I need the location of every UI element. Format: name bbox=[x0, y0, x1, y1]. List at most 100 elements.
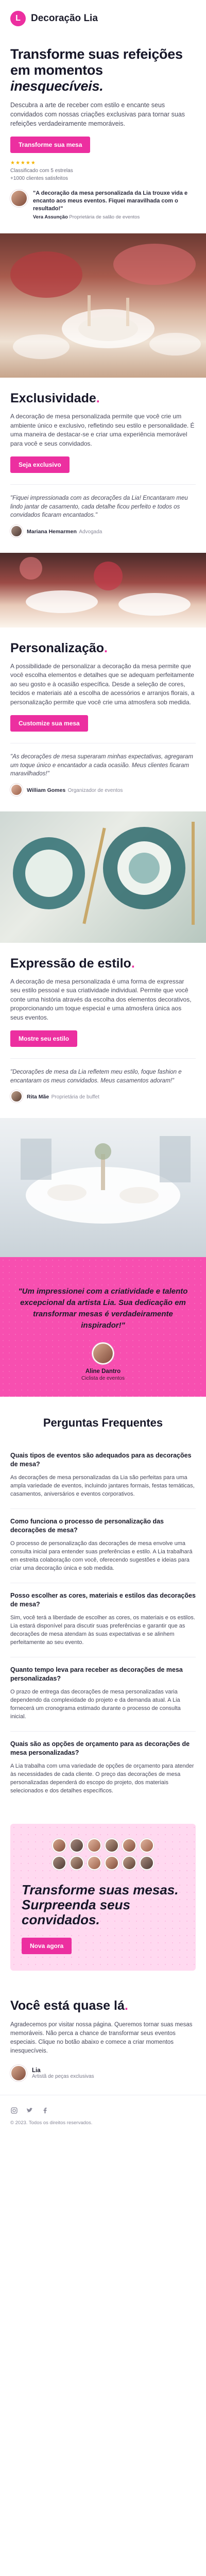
faq-answer: O prazo de entrega das decorações de mes… bbox=[10, 1689, 181, 1720]
site-header: L Decoração Lia bbox=[0, 0, 206, 37]
plates-photo bbox=[0, 811, 206, 943]
table-photo bbox=[0, 233, 206, 378]
faq-section: Perguntas Frequentes Quais tipos de even… bbox=[0, 1397, 206, 1819]
style-section: Expressão de estilo. A decoração de mesa… bbox=[0, 943, 206, 1118]
dinner-photo-illustration bbox=[20, 556, 191, 616]
logo-icon[interactable]: L bbox=[10, 11, 26, 26]
hero-title: Transforme suas refeições em momentos in… bbox=[10, 46, 183, 94]
faq-answer: O processo de personalização das decoraç… bbox=[10, 1540, 193, 1571]
site-footer: © 2023. Todos os direitos reservados. bbox=[0, 2095, 206, 2141]
faq-answer: As decorações de mesa personalizadas da … bbox=[10, 1475, 195, 1497]
hero-quote-author: Vera Assunção bbox=[33, 214, 68, 220]
rating-text: Classificado com 5 estrelas bbox=[10, 168, 73, 174]
divider bbox=[10, 1058, 196, 1059]
testimonial-text: "As decorações de mesa superaram minhas … bbox=[10, 754, 194, 777]
landing-page: L Decoração Lia Transforme suas refeiçõe… bbox=[0, 0, 206, 2141]
testimonial-role: Advogada bbox=[79, 529, 102, 535]
rating-block: ★★★★★ Classificado com 5 estrelas +1000 … bbox=[10, 159, 196, 182]
hero-quote-text: "A decoração da mesa personalizada da Li… bbox=[33, 190, 188, 212]
closing-section: Você está quase lá. Agradecemos por visi… bbox=[0, 1981, 206, 2095]
exclusive-button[interactable]: Seja exclusivo bbox=[10, 456, 70, 473]
show-style-button[interactable]: Mostre seu estilo bbox=[10, 1030, 78, 1047]
faq-answer: A Lia trabalha com uma variedade de opçõ… bbox=[10, 1763, 194, 1794]
faq-question: Como funciona o processo de personalizaç… bbox=[10, 1518, 164, 1534]
faq-question: Quanto tempo leva para receber as decora… bbox=[10, 1666, 183, 1682]
avatar bbox=[10, 783, 23, 796]
facebook-icon[interactable] bbox=[41, 2107, 48, 2114]
testimonial-role: Organizador de eventos bbox=[67, 787, 123, 793]
avatar bbox=[140, 1838, 154, 1853]
dinner-photo bbox=[0, 552, 206, 628]
hero-cta-button[interactable]: Transforme sua mesa bbox=[10, 137, 91, 153]
avatar bbox=[122, 1838, 136, 1853]
cta-title: Transforme suas mesas. Surpreenda seus c… bbox=[22, 1882, 179, 1927]
section-body: A decoração de mesa personalizada permit… bbox=[10, 413, 195, 447]
faq-answer: Sim, você terá a liberdade de escolher a… bbox=[10, 1615, 195, 1646]
section-body: A decoração de mesa personalizada é uma … bbox=[10, 977, 192, 1021]
avatar bbox=[70, 1856, 84, 1870]
banner-quote: "Um impressionei com a criatividade e ta… bbox=[18, 1287, 188, 1330]
testimonial-author: William Gomes bbox=[27, 787, 66, 793]
section-body: A possibilidade de personalizar a decora… bbox=[10, 662, 195, 706]
twitter-icon[interactable] bbox=[26, 2107, 33, 2114]
copyright: © 2023. Todos os direitos reservados. bbox=[10, 2120, 93, 2126]
cta-section: Transforme suas mesas. Surpreenda seus c… bbox=[0, 1819, 206, 1981]
hero-section: Transforme suas refeições em momentos in… bbox=[0, 37, 206, 233]
avatar bbox=[10, 1090, 23, 1103]
faq-item: Como funciona o processo de personalizaç… bbox=[10, 1509, 196, 1583]
avatar bbox=[87, 1856, 101, 1870]
testimonial-text: "Decorações de mesa da Lia refletem meu … bbox=[10, 1069, 182, 1084]
avatar bbox=[105, 1856, 119, 1870]
section-title: Personalização. bbox=[10, 640, 108, 655]
testimonial-text: "Fiquei impressionada com as decorações … bbox=[10, 495, 188, 518]
divider bbox=[10, 484, 196, 485]
star-rating-icon: ★★★★★ bbox=[10, 160, 36, 166]
banner-author: Aline Dantro bbox=[85, 1368, 121, 1375]
signature-role: Artistã de peças exclusivas bbox=[32, 2073, 94, 2079]
hero-testimonial: "A decoração da mesa personalizada da Li… bbox=[10, 190, 196, 220]
avatar bbox=[10, 190, 28, 207]
hero-lead: Descubra a arte de receber com estilo e … bbox=[10, 101, 185, 127]
customize-button[interactable]: Customize sua mesa bbox=[10, 715, 88, 732]
faq-item: Quais tipos de eventos são adequados par… bbox=[10, 1443, 196, 1509]
exclusivity-section: Exclusividade. A decoração de mesa perso… bbox=[0, 378, 206, 553]
customer-avatars bbox=[22, 1838, 184, 1870]
faq-item: Posso escolher as cores, materiais e est… bbox=[10, 1583, 196, 1657]
closing-title: Você está quase lá. bbox=[10, 1998, 128, 2013]
testimonial-role: Proprietária de buffet bbox=[51, 1094, 99, 1100]
avatar bbox=[87, 1838, 101, 1853]
faq-question: Quais são as opções de orçamento para as… bbox=[10, 1740, 190, 1756]
avatar bbox=[140, 1856, 154, 1870]
instagram-icon[interactable] bbox=[10, 2107, 18, 2114]
brand-name[interactable]: Decoração Lia bbox=[31, 13, 98, 24]
avatar bbox=[10, 524, 23, 537]
signature: Lia Artistã de peças exclusivas bbox=[10, 2065, 196, 2081]
avatar bbox=[122, 1856, 136, 1870]
cta-box: Transforme suas mesas. Surpreenda seus c… bbox=[10, 1824, 196, 1971]
signature-name: Lia bbox=[32, 2067, 41, 2074]
white-table-photo-illustration bbox=[21, 1136, 191, 1224]
avatar bbox=[92, 1343, 114, 1364]
testimonial-author: Mariana Hemarmen bbox=[27, 528, 77, 535]
testimonial-author: Rita Mãe bbox=[27, 1094, 49, 1100]
closing-body: Agradecemos por visitar nossa página. Qu… bbox=[10, 2022, 193, 2054]
faq-question: Quais tipos de eventos são adequados par… bbox=[10, 1452, 192, 1468]
hero-quote-role: Proprietária de salão de eventos bbox=[69, 214, 140, 220]
testimonial: "Fiquei impressionada com as decorações … bbox=[10, 494, 196, 537]
avatar bbox=[52, 1838, 66, 1853]
section-title: Expressão de estilo. bbox=[10, 956, 135, 971]
testimonial: "Decorações de mesa da Lia refletem meu … bbox=[10, 1068, 196, 1103]
avatar bbox=[52, 1856, 66, 1870]
faq-question: Posso escolher as cores, materiais e est… bbox=[10, 1592, 196, 1608]
banner-role: Ciclista de eventos bbox=[81, 1376, 125, 1381]
customers-count: +1000 clientes satisfeitos bbox=[10, 176, 68, 181]
avatar bbox=[70, 1838, 84, 1853]
table-photo-illustration bbox=[10, 244, 201, 359]
faq-item: Quanto tempo leva para receber as decora… bbox=[10, 1657, 196, 1731]
testimonial: "As decorações de mesa superaram minhas … bbox=[10, 753, 196, 796]
cta-button[interactable]: Nova agora bbox=[22, 1938, 72, 1954]
quote-banner: "Um impressionei com a criatividade e ta… bbox=[0, 1257, 206, 1397]
faq-item: Quais são as opções de orçamento para as… bbox=[10, 1731, 196, 1805]
avatar bbox=[105, 1838, 119, 1853]
avatar bbox=[10, 2065, 27, 2081]
